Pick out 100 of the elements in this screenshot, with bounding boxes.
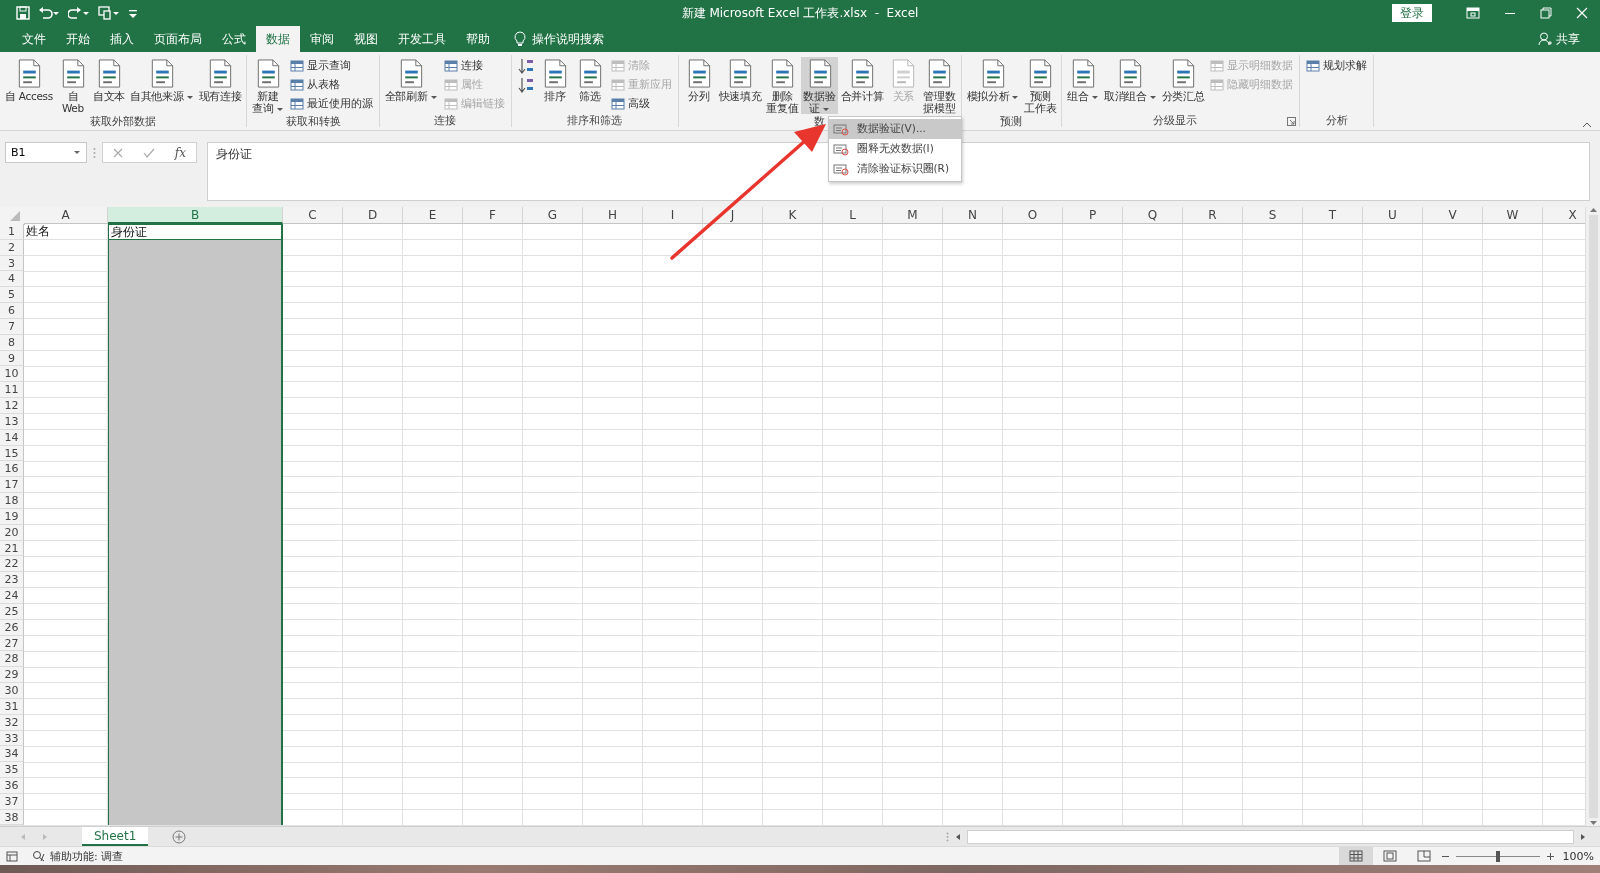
- column-header[interactable]: M: [883, 207, 943, 224]
- ribbon-tab[interactable]: 帮助: [456, 26, 500, 52]
- dialog-launcher-icon[interactable]: [1287, 117, 1297, 126]
- column-header[interactable]: T: [1303, 207, 1363, 224]
- scroll-left-icon[interactable]: [955, 832, 961, 841]
- drag-handle-icon[interactable]: [93, 147, 96, 159]
- collapse-ribbon-icon[interactable]: [1582, 122, 1592, 128]
- ribbon-button[interactable]: 合并计算: [838, 57, 886, 114]
- ribbon-button[interactable]: 全部刷新: [382, 57, 440, 113]
- column-header[interactable]: O: [1003, 207, 1063, 224]
- row-header[interactable]: 16: [0, 461, 24, 478]
- ribbon-tab[interactable]: 页面布局: [144, 26, 212, 52]
- column-header[interactable]: F: [463, 207, 523, 224]
- ribbon-tab[interactable]: 插入: [100, 26, 144, 52]
- column-header[interactable]: Q: [1123, 207, 1183, 224]
- column-header[interactable]: R: [1183, 207, 1243, 224]
- ribbon-button[interactable]: 自 Access: [3, 57, 55, 114]
- row-header[interactable]: 35: [0, 762, 24, 778]
- close-icon[interactable]: [1576, 7, 1588, 19]
- column-header[interactable]: A: [24, 207, 108, 224]
- column-header[interactable]: X: [1543, 207, 1585, 224]
- name-box[interactable]: B1: [5, 142, 87, 163]
- column-header[interactable]: J: [703, 207, 763, 224]
- add-sheet-icon[interactable]: [172, 829, 187, 844]
- ribbon-button[interactable]: 排序: [537, 57, 572, 113]
- ribbon-tab[interactable]: 视图: [344, 26, 388, 52]
- ribbon-button[interactable]: 预测 工作表: [1022, 57, 1059, 114]
- horizontal-scrollbar[interactable]: [967, 829, 1574, 844]
- ribbon-button[interactable]: 新建 查询: [250, 57, 286, 114]
- ribbon-button[interactable]: 分列: [681, 57, 716, 114]
- vertical-scrollbar[interactable]: [1585, 207, 1600, 826]
- restore-icon[interactable]: [1540, 7, 1552, 19]
- column-header[interactable]: B: [108, 207, 283, 224]
- column-header[interactable]: E: [403, 207, 463, 224]
- ribbon-button[interactable]: 模拟分析: [964, 57, 1022, 114]
- column-header[interactable]: K: [763, 207, 823, 224]
- ribbon-button[interactable]: 快速填充: [716, 57, 764, 114]
- column-header[interactable]: D: [343, 207, 403, 224]
- column-header[interactable]: H: [583, 207, 643, 224]
- slider-thumb[interactable]: [1495, 851, 1500, 862]
- column-header[interactable]: I: [643, 207, 703, 224]
- check-icon[interactable]: [142, 147, 155, 158]
- redo-icon[interactable]: [68, 6, 90, 20]
- ribbon-button[interactable]: 显示查询: [286, 57, 376, 75]
- ribbon-tab[interactable]: 数据: [256, 26, 300, 52]
- lightbulb-icon[interactable]: [514, 31, 526, 47]
- row-header[interactable]: 23: [0, 572, 24, 589]
- row-header[interactable]: 29: [0, 667, 24, 683]
- drag-handle-icon[interactable]: [946, 831, 949, 842]
- row-header[interactable]: 5: [0, 287, 24, 304]
- ribbon-button[interactable]: 高级: [607, 95, 675, 113]
- ribbon-button[interactable]: 最近使用的源: [286, 95, 376, 113]
- ribbon-button[interactable]: 规划求解: [1303, 57, 1371, 75]
- row-header[interactable]: 22: [0, 556, 24, 573]
- scroll-right-icon[interactable]: [1580, 832, 1586, 841]
- row-header[interactable]: 30: [0, 683, 24, 699]
- row-header[interactable]: 4: [0, 271, 24, 288]
- ribbon-button[interactable]: 组合: [1065, 57, 1101, 113]
- menu-item[interactable]: 数据验证(V)...: [828, 119, 961, 139]
- ribbon-button[interactable]: 分类汇总: [1159, 57, 1207, 113]
- row-header[interactable]: 28: [0, 651, 24, 668]
- ribbon-display-icon[interactable]: [1466, 7, 1480, 19]
- row-header[interactable]: 34: [0, 746, 24, 763]
- ribbon-tab[interactable]: 文件: [12, 26, 56, 52]
- row-header[interactable]: 17: [0, 477, 24, 494]
- insert-function-button[interactable]: fx: [174, 145, 186, 160]
- zoom-slider[interactable]: [1455, 850, 1540, 862]
- ribbon-button[interactable]: 删除 重复值: [764, 57, 801, 114]
- column-header[interactable]: C: [283, 207, 343, 224]
- menu-item[interactable]: 圈释无效数据(I): [828, 139, 961, 159]
- ribbon-tab[interactable]: 开发工具: [388, 26, 456, 52]
- row-header[interactable]: 24: [0, 588, 24, 604]
- zoom-level[interactable]: 100%: [1562, 849, 1594, 863]
- ribbon-button[interactable]: 管理数 据模型: [921, 57, 958, 114]
- column-header[interactable]: G: [523, 207, 583, 224]
- column-header[interactable]: V: [1423, 207, 1483, 224]
- share-button[interactable]: 共享: [1538, 26, 1580, 52]
- row-header[interactable]: 6: [0, 303, 24, 319]
- ribbon-tab[interactable]: 公式: [212, 26, 256, 52]
- menu-item[interactable]: 清除验证标识圈(R): [828, 159, 961, 179]
- ribbon-tab[interactable]: 审阅: [300, 26, 344, 52]
- column-header[interactable]: N: [943, 207, 1003, 224]
- undo-icon[interactable]: [38, 6, 60, 20]
- ribbon-button[interactable]: 筛选: [572, 57, 607, 113]
- ribbon-tab[interactable]: 开始: [56, 26, 100, 52]
- macro-sheet-icon[interactable]: [6, 850, 18, 862]
- column-header[interactable]: L: [823, 207, 883, 224]
- login-button[interactable]: 登录: [1392, 4, 1432, 22]
- row-header[interactable]: 18: [0, 493, 24, 509]
- ribbon-button[interactable]: 数据验 证: [801, 57, 838, 114]
- sheet-tab[interactable]: Sheet1: [82, 827, 149, 846]
- column-header[interactable]: U: [1363, 207, 1423, 224]
- ribbon-button[interactable]: 自文本: [90, 57, 127, 114]
- accessibility-status[interactable]: 辅助功能: 调查: [50, 848, 124, 864]
- ribbon-button[interactable]: 从表格: [286, 76, 376, 94]
- save-icon[interactable]: [16, 6, 30, 20]
- zoom-in-icon[interactable]: [1545, 851, 1555, 861]
- row-header[interactable]: 10: [0, 366, 24, 383]
- ribbon-button[interactable]: 自其他来源: [128, 57, 196, 114]
- tell-me-search[interactable]: 操作说明搜索: [532, 30, 604, 48]
